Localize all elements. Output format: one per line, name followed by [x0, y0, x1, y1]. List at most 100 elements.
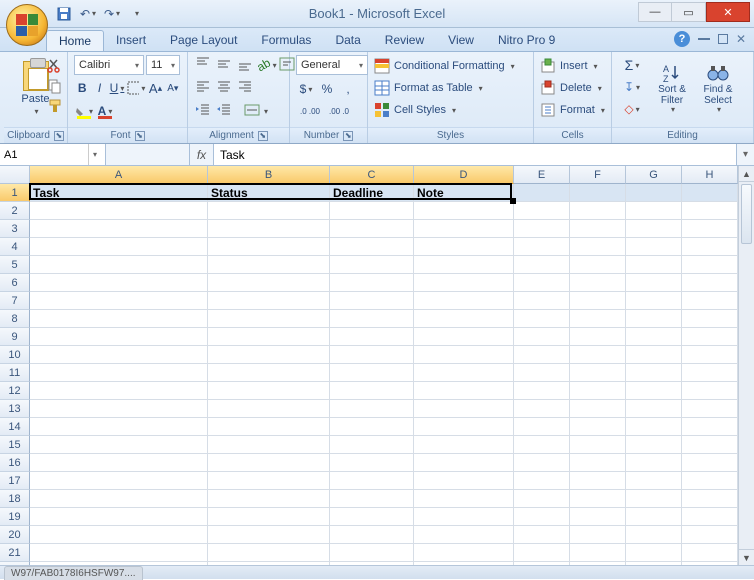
column-header-F[interactable]: F [570, 166, 626, 184]
cell-E19[interactable] [514, 508, 570, 526]
cell-F1[interactable] [570, 184, 626, 202]
cell-G18[interactable] [626, 490, 682, 508]
column-header-H[interactable]: H [682, 166, 738, 184]
cell-A12[interactable] [30, 382, 208, 400]
row-header-8[interactable]: 8 [0, 310, 30, 328]
currency-button[interactable]: $▾ [296, 79, 316, 99]
row-header-4[interactable]: 4 [0, 238, 30, 256]
cell-F8[interactable] [570, 310, 626, 328]
cell-B10[interactable] [208, 346, 330, 364]
cell-C19[interactable] [330, 508, 414, 526]
insert-cells-button[interactable]: Insert▾ [540, 55, 605, 77]
cell-D15[interactable] [414, 436, 514, 454]
cell-D17[interactable] [414, 472, 514, 490]
row-header-18[interactable]: 18 [0, 490, 30, 508]
cell-B18[interactable] [208, 490, 330, 508]
cell-H19[interactable] [682, 508, 738, 526]
cell-G12[interactable] [626, 382, 682, 400]
cell-D5[interactable] [414, 256, 514, 274]
cell-C16[interactable] [330, 454, 414, 472]
cell-C6[interactable] [330, 274, 414, 292]
cell-B2[interactable] [208, 202, 330, 220]
cell-H5[interactable] [682, 256, 738, 274]
row-header-9[interactable]: 9 [0, 328, 30, 346]
sort-filter-button[interactable]: AZ Sort & Filter▾ [650, 55, 694, 121]
cell-F22[interactable] [570, 562, 626, 565]
cell-C1[interactable]: Deadline [330, 184, 414, 202]
cell-C3[interactable] [330, 220, 414, 238]
row-header-17[interactable]: 17 [0, 472, 30, 490]
cell-G3[interactable] [626, 220, 682, 238]
cell-E2[interactable] [514, 202, 570, 220]
cell-H16[interactable] [682, 454, 738, 472]
align-right-button[interactable] [236, 78, 256, 98]
row-header-5[interactable]: 5 [0, 256, 30, 274]
copy-icon[interactable] [46, 78, 64, 94]
qat-customize-button[interactable]: ▾ [126, 4, 146, 24]
cell-B6[interactable] [208, 274, 330, 292]
row-header-15[interactable]: 15 [0, 436, 30, 454]
scroll-up-button[interactable]: ▲ [739, 166, 754, 182]
cell-C8[interactable] [330, 310, 414, 328]
row-header-16[interactable]: 16 [0, 454, 30, 472]
fill-color-button[interactable]: ▾ [74, 101, 94, 121]
cell-C20[interactable] [330, 526, 414, 544]
tab-review[interactable]: Review [373, 30, 436, 51]
shrink-font-button[interactable]: A▾ [165, 78, 181, 98]
formula-input[interactable]: Task [214, 144, 736, 165]
office-button[interactable] [6, 4, 48, 46]
cell-E20[interactable] [514, 526, 570, 544]
cell-F11[interactable] [570, 364, 626, 382]
cell-G22[interactable] [626, 562, 682, 565]
column-header-E[interactable]: E [514, 166, 570, 184]
cell-C9[interactable] [330, 328, 414, 346]
cell-H9[interactable] [682, 328, 738, 346]
cell-B3[interactable] [208, 220, 330, 238]
grow-font-button[interactable]: A▴ [147, 78, 163, 98]
cell-A14[interactable] [30, 418, 208, 436]
mdi-close-button[interactable]: ✕ [736, 32, 746, 46]
mdi-minimize-button[interactable] [698, 38, 710, 40]
cell-A2[interactable] [30, 202, 208, 220]
cell-A1[interactable]: Task [30, 184, 208, 202]
cell-H8[interactable] [682, 310, 738, 328]
cell-G17[interactable] [626, 472, 682, 490]
row-header-2[interactable]: 2 [0, 202, 30, 220]
column-header-A[interactable]: A [30, 166, 208, 184]
cell-H11[interactable] [682, 364, 738, 382]
cell-H21[interactable] [682, 544, 738, 562]
increase-decimal-button[interactable]: .0 .00 [296, 101, 324, 121]
worksheet-grid[interactable]: ABCDEFGH 1TaskStatusDeadlineNote23456789… [0, 166, 754, 565]
cell-B15[interactable] [208, 436, 330, 454]
cell-E8[interactable] [514, 310, 570, 328]
cell-E3[interactable] [514, 220, 570, 238]
cell-F13[interactable] [570, 400, 626, 418]
cell-A3[interactable] [30, 220, 208, 238]
cell-C4[interactable] [330, 238, 414, 256]
cell-E11[interactable] [514, 364, 570, 382]
format-cells-button[interactable]: Format▾ [540, 99, 605, 121]
cell-A6[interactable] [30, 274, 208, 292]
cell-F20[interactable] [570, 526, 626, 544]
cell-E10[interactable] [514, 346, 570, 364]
increase-indent-button[interactable] [215, 101, 235, 121]
cell-F7[interactable] [570, 292, 626, 310]
cell-H17[interactable] [682, 472, 738, 490]
cell-E18[interactable] [514, 490, 570, 508]
cell-D21[interactable] [414, 544, 514, 562]
cell-D3[interactable] [414, 220, 514, 238]
cell-F9[interactable] [570, 328, 626, 346]
cell-B17[interactable] [208, 472, 330, 490]
cell-E16[interactable] [514, 454, 570, 472]
font-color-button[interactable]: A▾ [95, 101, 115, 121]
cell-A15[interactable] [30, 436, 208, 454]
row-header-21[interactable]: 21 [0, 544, 30, 562]
cell-A16[interactable] [30, 454, 208, 472]
minimize-button[interactable]: — [638, 2, 672, 22]
decrease-decimal-button[interactable]: .00 .0 [325, 101, 353, 121]
cell-D7[interactable] [414, 292, 514, 310]
cell-F15[interactable] [570, 436, 626, 454]
cell-C11[interactable] [330, 364, 414, 382]
tab-nitro-pro-9[interactable]: Nitro Pro 9 [486, 30, 567, 51]
cell-G8[interactable] [626, 310, 682, 328]
